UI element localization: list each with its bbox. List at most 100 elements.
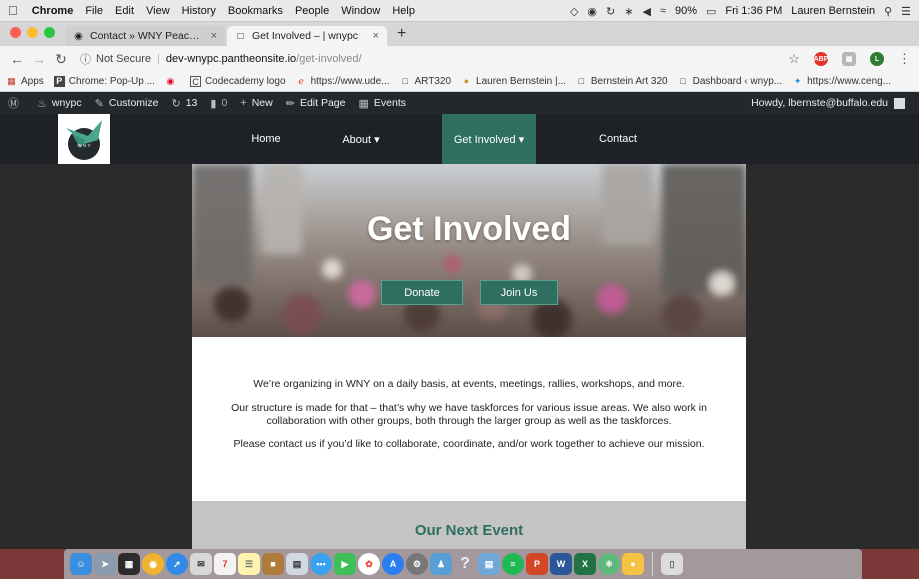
trash-icon[interactable]: ▯ [661, 553, 683, 575]
tab-get-involved[interactable]: □ Get Involved – | wnypc × [227, 26, 387, 46]
page-icon: □ [402, 76, 408, 86]
bookmark-udemy[interactable]: ℯ https://www.ude... [296, 76, 389, 87]
launchpad-icon[interactable]: ➤ [94, 553, 116, 575]
site-logo[interactable]: W N Y [58, 114, 110, 164]
wp-edit-page[interactable]: ✏ Edit Page [286, 97, 346, 110]
close-window-icon[interactable] [10, 27, 21, 38]
chrome-icon[interactable]: ◉ [142, 553, 164, 575]
close-tab-icon[interactable]: × [373, 30, 379, 42]
clock[interactable]: Fri 1:36 PM [725, 5, 782, 17]
bookmark-label: ART320 [414, 76, 452, 87]
wp-account-menu[interactable]: Howdy, lbernste@buffalo.edu [751, 92, 905, 114]
kite-icon[interactable]: ◇ [570, 5, 578, 18]
nav-home[interactable]: Home [238, 114, 294, 164]
wp-customize[interactable]: ✎ Customize [95, 97, 159, 110]
word-icon[interactable]: W [550, 553, 572, 575]
powerpoint-icon[interactable]: P [526, 553, 548, 575]
crowd-photo [192, 164, 746, 337]
wp-site-name[interactable]: ♨ wnypc [37, 97, 82, 110]
menu-file[interactable]: File [85, 5, 103, 17]
user-name[interactable]: Lauren Bernstein [791, 5, 875, 17]
bookmark-dashboard[interactable]: □ Dashboard ‹ wnyp... [678, 76, 782, 87]
zoom-window-icon[interactable] [44, 27, 55, 38]
dock-separator [652, 552, 653, 576]
mission-control-icon[interactable]: ▦ [118, 553, 140, 575]
bookmark-favicon-icon: P [53, 76, 65, 87]
messages-icon[interactable]: ••• [310, 553, 332, 575]
finder-icon[interactable]: ☺ [70, 553, 92, 575]
family-icon[interactable]: ♟ [430, 553, 452, 575]
bluetooth-icon[interactable]: ∗ [624, 5, 633, 18]
wp-admin-bar: Ⓜ ♨ wnypc ✎ Customize ↻ 13 ▮ 0 + New ✏ E… [0, 92, 919, 114]
menu-people[interactable]: People [295, 5, 329, 17]
cyberduck-icon[interactable]: ● [622, 553, 644, 575]
nav-get-involved[interactable]: Get Involved ▾ [442, 114, 536, 164]
calendar-icon[interactable]: 7 [214, 553, 236, 575]
excel-icon[interactable]: X [574, 553, 596, 575]
preview-icon[interactable]: ▤ [286, 553, 308, 575]
mail-icon[interactable]: ✉ [190, 553, 212, 575]
tab-title: Get Involved – | wnypc [252, 30, 359, 42]
safari-icon[interactable]: ➚ [166, 553, 188, 575]
atom-icon[interactable]: ⚛ [598, 553, 620, 575]
wp-logo-menu[interactable]: Ⓜ [8, 95, 24, 111]
back-icon[interactable]: ← [8, 51, 26, 67]
reload-icon[interactable]: ↻ [52, 51, 70, 68]
facetime-icon[interactable]: ▶ [334, 553, 356, 575]
close-tab-icon[interactable]: × [211, 30, 217, 42]
udemy-icon: ℯ [298, 76, 304, 86]
creative-cloud-icon[interactable]: ◉ [587, 5, 597, 18]
image-capture-icon[interactable]: ▤ [478, 553, 500, 575]
forward-icon[interactable]: → [30, 51, 48, 67]
battery-percent[interactable]: 90% [675, 5, 697, 17]
menu-view[interactable]: View [146, 5, 170, 17]
menu-edit[interactable]: Edit [115, 5, 134, 17]
wp-comments[interactable]: ▮ 0 [210, 97, 227, 110]
tab-contact[interactable]: ◉ Contact » WNY Peace Center × [65, 26, 225, 46]
photos-icon[interactable]: ✿ [358, 553, 380, 575]
bookmark-codecademy[interactable]: C Codecademy logo [189, 76, 286, 87]
info-icon[interactable]: ⓘ [80, 51, 91, 67]
wp-updates[interactable]: ↻ 13 [171, 97, 197, 110]
contacts-icon[interactable]: ■ [262, 553, 284, 575]
bookmark-star-icon[interactable]: ☆ [788, 51, 800, 67]
notes-icon[interactable]: ☰ [238, 553, 260, 575]
bookmark-apps[interactable]: ▦ Apps [6, 76, 44, 87]
menu-history[interactable]: History [182, 5, 216, 17]
bookmark-pinterest[interactable]: ◉ [165, 76, 180, 87]
bookmark-bernstein-art-320[interactable]: □ Bernstein Art 320 [576, 76, 668, 87]
spotlight-search-icon[interactable]: ⚲ [884, 5, 892, 18]
minimize-window-icon[interactable] [27, 27, 38, 38]
wifi-icon[interactable]: ≈ [660, 5, 666, 17]
wp-events[interactable]: ▦ Events [359, 97, 407, 110]
chrome-menu-icon[interactable]: ⋮ [898, 51, 911, 67]
bookmark-chrome-popup[interactable]: P Chrome: Pop-Up ... [53, 76, 155, 87]
nav-contact[interactable]: Contact [590, 114, 646, 164]
apple-menu-icon[interactable]:  [8, 3, 18, 18]
url-bar[interactable]: ⓘ Not Secure | dev-wnypc.pantheonsite.io… [80, 49, 778, 69]
adblock-extension-icon[interactable]: ABP [814, 52, 828, 66]
volume-icon[interactable]: ◀ [642, 5, 650, 18]
spotify-icon[interactable]: ≈ [502, 553, 524, 575]
donate-button[interactable]: Donate [381, 280, 463, 305]
system-preferences-icon[interactable]: ⚙ [406, 553, 428, 575]
join-us-button[interactable]: Join Us [480, 280, 558, 305]
notification-center-icon[interactable]: ☰ [901, 5, 911, 18]
wp-new-label: New [251, 97, 273, 109]
bookmark-lauren-bernstein[interactable]: ● Lauren Bernstein |... [461, 76, 566, 87]
menu-bookmarks[interactable]: Bookmarks [228, 5, 283, 17]
profile-avatar[interactable]: L [870, 52, 884, 66]
app-store-icon[interactable]: A [382, 553, 404, 575]
menu-chrome[interactable]: Chrome [32, 5, 74, 17]
menu-help[interactable]: Help [392, 5, 415, 17]
extension-icon[interactable]: ▦ [842, 52, 856, 66]
time-machine-icon[interactable]: ↻ [606, 5, 615, 18]
nav-about[interactable]: About ▾ [330, 114, 392, 164]
bookmark-cengage[interactable]: ✦ https://www.ceng... [792, 76, 891, 87]
new-tab-button[interactable]: + [389, 25, 414, 46]
wp-new[interactable]: + New [240, 97, 272, 109]
bookmark-art320[interactable]: □ ART320 [400, 76, 452, 87]
battery-icon[interactable]: ▭ [706, 5, 716, 18]
help-icon[interactable]: ? [454, 553, 476, 575]
menu-window[interactable]: Window [341, 5, 380, 17]
